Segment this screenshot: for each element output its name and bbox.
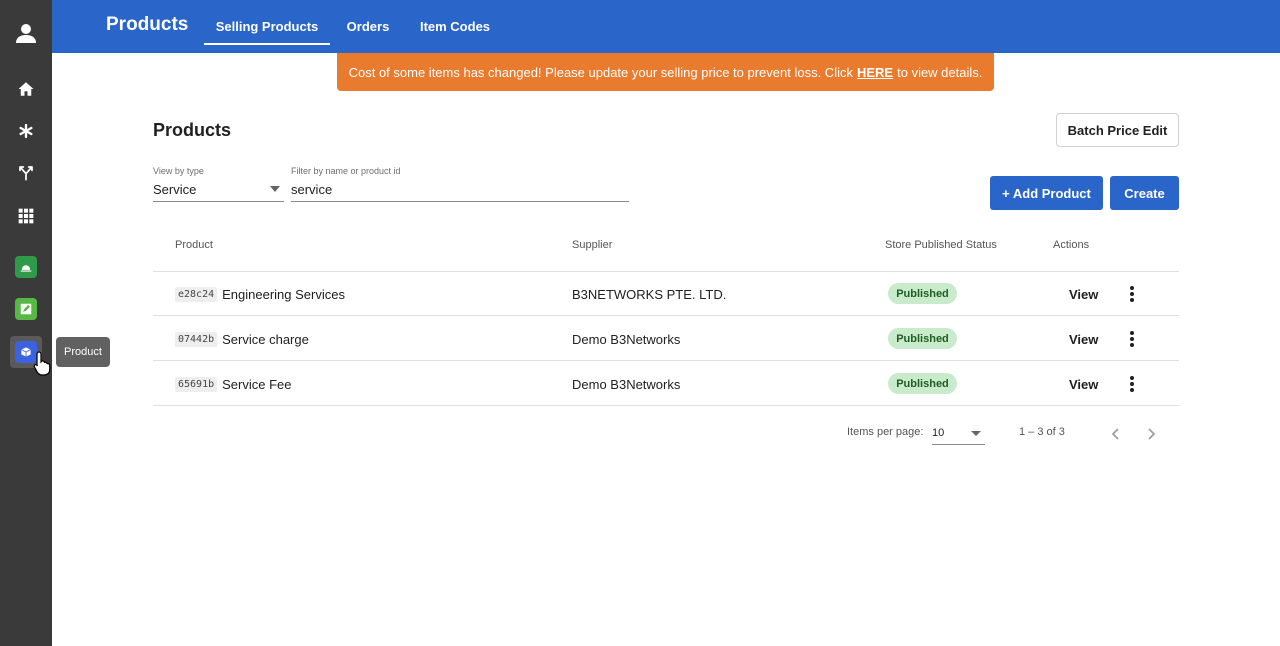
more-vert-icon[interactable] bbox=[1124, 329, 1140, 349]
green-app-icon[interactable] bbox=[10, 251, 42, 283]
table-divider bbox=[153, 405, 1179, 406]
table-row-product: 07442b Service charge bbox=[175, 330, 309, 348]
chevron-down-icon[interactable] bbox=[270, 186, 280, 192]
product-name: Service Fee bbox=[222, 376, 292, 392]
type-filter-underline bbox=[153, 201, 284, 202]
table-divider bbox=[153, 271, 1179, 272]
view-button[interactable]: View bbox=[1069, 332, 1098, 347]
app-title: Products bbox=[106, 14, 189, 35]
apps-grid-icon[interactable] bbox=[10, 200, 42, 232]
tab-orders[interactable]: Orders bbox=[337, 0, 399, 53]
type-filter-select[interactable]: Service bbox=[153, 182, 196, 197]
product-id-code: e28c24 bbox=[175, 286, 218, 302]
next-page-icon[interactable] bbox=[1142, 424, 1162, 444]
user-avatar-icon[interactable] bbox=[10, 17, 42, 49]
product-id-code: 65691b bbox=[175, 376, 218, 392]
tab-selling-products[interactable]: Selling Products bbox=[204, 0, 330, 53]
batch-price-edit-button[interactable]: Batch Price Edit bbox=[1056, 113, 1179, 147]
product-name: Engineering Services bbox=[222, 286, 345, 302]
hand-cursor-icon bbox=[33, 351, 51, 376]
add-product-button[interactable]: + Add Product bbox=[990, 176, 1103, 210]
create-button[interactable]: Create bbox=[1110, 176, 1179, 210]
product-tooltip: Product bbox=[56, 337, 110, 367]
previous-page-icon[interactable] bbox=[1105, 424, 1125, 444]
column-header-status: Store Published Status bbox=[885, 239, 997, 251]
table-divider bbox=[153, 315, 1179, 316]
banner-here-link[interactable]: HERE bbox=[857, 65, 893, 80]
column-header-supplier: Supplier bbox=[572, 239, 613, 251]
page-size-value: 10 bbox=[932, 426, 945, 439]
table-row-product: 65691b Service Fee bbox=[175, 375, 292, 393]
search-input[interactable]: service bbox=[291, 182, 332, 197]
supplier-name: Demo B3Networks bbox=[572, 331, 681, 347]
banner-text: Cost of some items has changed! Please u… bbox=[348, 64, 853, 80]
more-vert-icon[interactable] bbox=[1124, 374, 1140, 394]
home-icon[interactable] bbox=[10, 73, 42, 105]
items-per-page-label: Items per page: bbox=[847, 426, 924, 438]
table-row-product: e28c24 Engineering Services bbox=[175, 285, 345, 303]
product-name: Service charge bbox=[222, 331, 309, 347]
status-badge: Published bbox=[888, 373, 957, 394]
page-size-select[interactable]: 10 bbox=[932, 421, 985, 445]
banner-text-end: to view details. bbox=[897, 64, 983, 80]
supplier-name: B3NETWORKS PTE. LTD. bbox=[572, 286, 727, 302]
left-nav-rail bbox=[0, 0, 52, 646]
more-vert-icon[interactable] bbox=[1124, 284, 1140, 304]
table-divider bbox=[153, 360, 1179, 361]
column-header-actions: Actions bbox=[1053, 239, 1090, 251]
chevron-down-icon bbox=[971, 431, 981, 436]
routing-icon[interactable] bbox=[10, 157, 42, 189]
app-header: Products Selling Products Orders Item Co… bbox=[52, 0, 1280, 53]
asterisk-icon[interactable] bbox=[10, 115, 42, 147]
view-button[interactable]: View bbox=[1069, 287, 1098, 302]
type-filter-label: View by type bbox=[153, 166, 204, 176]
page-range-label: 1 – 3 of 3 bbox=[1019, 426, 1065, 438]
product-id-code: 07442b bbox=[175, 331, 218, 347]
tab-item-codes[interactable]: Item Codes bbox=[412, 0, 498, 53]
search-input-underline bbox=[291, 201, 629, 202]
search-filter-label: Filter by name or product id bbox=[291, 166, 401, 176]
edit-note-app-icon[interactable] bbox=[10, 293, 42, 325]
page-title: Products bbox=[153, 120, 232, 140]
column-header-product: Product bbox=[175, 239, 213, 251]
status-badge: Published bbox=[888, 328, 957, 349]
supplier-name: Demo B3Networks bbox=[572, 376, 681, 392]
view-button[interactable]: View bbox=[1069, 377, 1098, 392]
price-change-banner: Cost of some items has changed! Please u… bbox=[337, 53, 994, 91]
status-badge: Published bbox=[888, 283, 957, 304]
